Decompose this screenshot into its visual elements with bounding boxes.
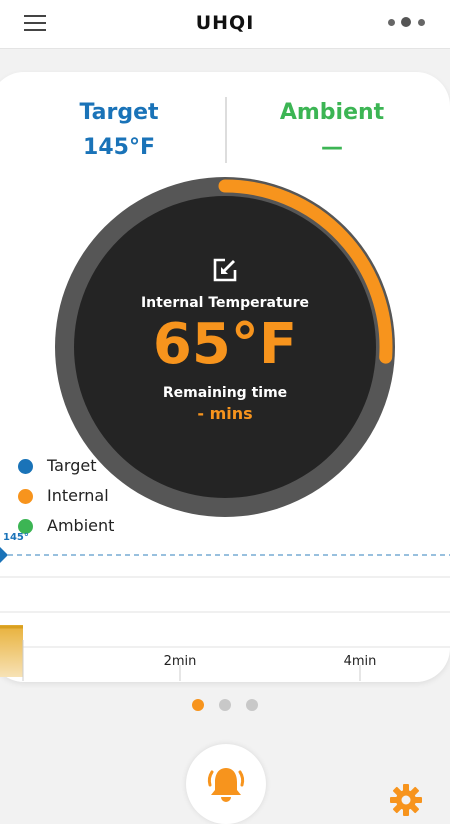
target-summary[interactable]: Target 145°F bbox=[64, 100, 174, 160]
page-dot[interactable] bbox=[246, 699, 258, 711]
internal-temp-value: 65°F bbox=[152, 312, 298, 377]
gear-icon[interactable] bbox=[390, 784, 422, 816]
alarm-button[interactable] bbox=[186, 744, 266, 824]
app-title: UHQI bbox=[195, 12, 255, 34]
legend-dot-internal bbox=[18, 489, 33, 504]
legend-dot-target bbox=[18, 459, 33, 474]
ambient-label: Ambient bbox=[279, 100, 385, 125]
target-value: 145°F bbox=[83, 135, 155, 160]
internal-temp-label: Internal Temperature bbox=[140, 295, 310, 311]
ambient-value: — bbox=[321, 135, 343, 160]
legend-label-internal: Internal bbox=[47, 486, 109, 505]
top-app-bar: UHQI bbox=[0, 0, 450, 49]
bell-icon bbox=[207, 768, 245, 802]
more-dots-icon[interactable] bbox=[388, 14, 428, 32]
temperature-chart[interactable]: 145° 2min 4min bbox=[0, 525, 450, 685]
x-tick-label: 4min bbox=[344, 654, 377, 669]
remaining-time-value: - mins bbox=[197, 404, 253, 423]
target-line-marker bbox=[0, 547, 8, 563]
internal-series-area bbox=[0, 625, 23, 677]
target-label: Target bbox=[79, 100, 159, 125]
summary-divider bbox=[225, 97, 227, 163]
chart-svg: 145° 2min 4min bbox=[0, 532, 450, 681]
page-dot[interactable] bbox=[219, 699, 231, 711]
page-dot[interactable] bbox=[192, 699, 204, 711]
temperature-gauge: Internal Temperature 65°F Remaining time… bbox=[55, 177, 395, 517]
ambient-summary: Ambient — bbox=[272, 100, 392, 160]
edit-arrow-icon[interactable] bbox=[212, 257, 238, 283]
x-tick-label: 2min bbox=[164, 654, 197, 669]
page-indicator bbox=[0, 699, 450, 713]
target-line-label: 145° bbox=[3, 532, 29, 543]
gauge-center: Internal Temperature 65°F Remaining time… bbox=[55, 177, 395, 517]
remaining-time-label: Remaining time bbox=[162, 385, 288, 401]
legend-label-target: Target bbox=[47, 456, 97, 475]
